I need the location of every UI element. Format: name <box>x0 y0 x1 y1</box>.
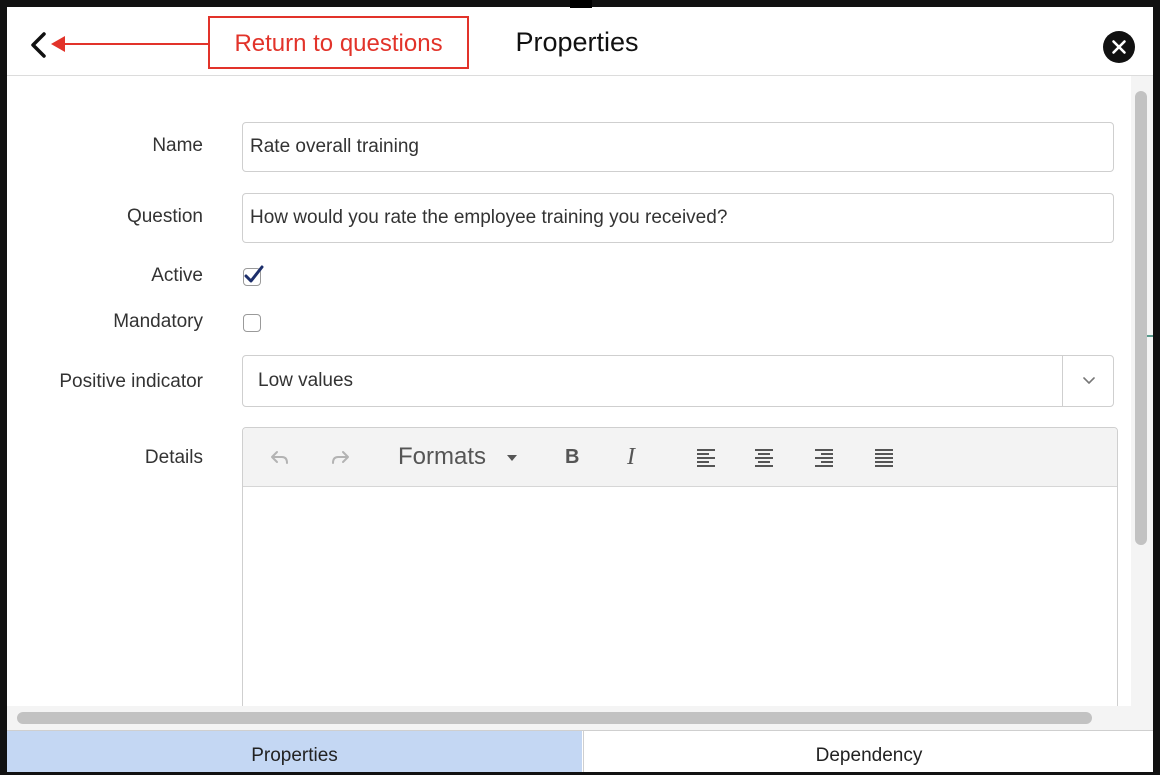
chevron-left-icon <box>31 32 46 58</box>
active-checkbox[interactable] <box>243 265 264 286</box>
close-icon <box>1112 40 1126 54</box>
vertical-scrollbar-thumb[interactable] <box>1135 91 1147 545</box>
align-right-icon[interactable] <box>813 442 835 472</box>
annotation-arrow <box>59 43 209 45</box>
formats-dropdown[interactable]: Formats <box>398 442 486 472</box>
align-justify-icon[interactable] <box>873 442 895 472</box>
annotation-text: Return to questions <box>234 30 443 57</box>
align-left-icon[interactable] <box>695 442 717 472</box>
properties-form: Name Rate overall training Question How … <box>7 76 1131 706</box>
edge-mark <box>1147 335 1153 337</box>
checkmark-icon <box>244 265 264 283</box>
positive-indicator-select[interactable]: Low values <box>242 355 1114 407</box>
horizontal-scrollbar-thumb[interactable] <box>17 712 1092 724</box>
annotation-box: Return to questions <box>208 16 469 69</box>
chevron-down-icon <box>1083 377 1095 384</box>
name-input[interactable]: Rate overall training <box>242 122 1114 172</box>
details-editor[interactable]: Formats B I <box>242 427 1118 706</box>
question-label: Question <box>126 206 203 227</box>
mandatory-checkbox[interactable] <box>243 314 261 332</box>
close-button[interactable] <box>1103 31 1135 63</box>
question-input[interactable]: How would you rate the employee training… <box>242 193 1114 243</box>
editor-toolbar: Formats B I <box>243 428 1117 487</box>
positive-indicator-value: Low values <box>258 370 354 391</box>
editor-body[interactable] <box>243 487 1117 706</box>
properties-window: Return to questions Properties Name Rate… <box>0 0 1160 775</box>
header: Return to questions Properties <box>7 7 1153 76</box>
redo-icon[interactable] <box>329 442 351 472</box>
active-label: Active <box>151 265 203 286</box>
page-title: Properties <box>515 27 639 57</box>
bold-button[interactable]: B <box>565 442 579 472</box>
back-button[interactable] <box>27 29 53 61</box>
italic-button[interactable]: I <box>627 442 635 472</box>
tab-properties[interactable]: Properties <box>7 731 582 772</box>
mandatory-label: Mandatory <box>113 311 203 332</box>
select-divider <box>1062 356 1063 406</box>
align-center-icon[interactable] <box>753 442 775 472</box>
undo-icon[interactable] <box>269 442 291 472</box>
positive-indicator-label: Positive indicator <box>59 371 203 392</box>
details-label: Details <box>144 447 203 468</box>
bottom-tabs: Properties Dependency <box>7 730 1153 772</box>
name-label: Name <box>152 135 203 156</box>
window-notch <box>570 0 592 8</box>
caret-down-icon <box>507 455 517 461</box>
tab-dependency[interactable]: Dependency <box>583 731 1153 772</box>
